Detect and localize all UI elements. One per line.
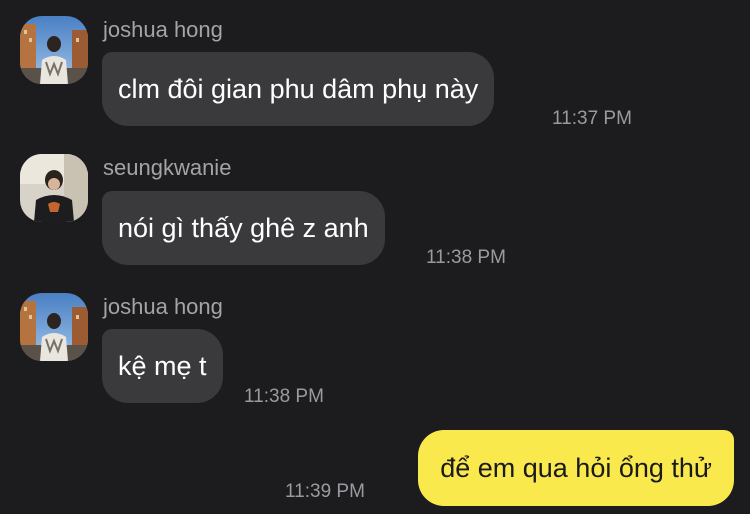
sender-name: joshua hong [103, 17, 223, 42]
sender-name: joshua hong [103, 294, 223, 319]
avatar-seungkwanie[interactable] [20, 154, 88, 222]
message-timestamp: 11:37 PM [552, 108, 632, 129]
message-timestamp: 11:39 PM [285, 481, 365, 502]
message-bubble[interactable]: nói gì thấy ghê z anh [102, 191, 385, 265]
outgoing-message-bubble[interactable]: để em qua hỏi ổng thử [418, 430, 734, 506]
avatar-joshua-hong[interactable] [20, 16, 88, 84]
profile-photo-icon [20, 16, 88, 84]
message-bubble[interactable]: kệ mẹ t [102, 329, 223, 403]
sender-name: seungkwanie [103, 155, 232, 180]
chat-thread: joshua hong clm đôi gian phu dâm phụ này… [0, 0, 750, 514]
message-timestamp: 11:38 PM [244, 386, 324, 407]
avatar-joshua-hong[interactable] [20, 293, 88, 361]
message-timestamp: 11:38 PM [426, 247, 506, 268]
profile-photo-icon [20, 293, 88, 361]
profile-photo-icon [20, 154, 88, 222]
message-bubble[interactable]: clm đôi gian phu dâm phụ này [102, 52, 495, 126]
